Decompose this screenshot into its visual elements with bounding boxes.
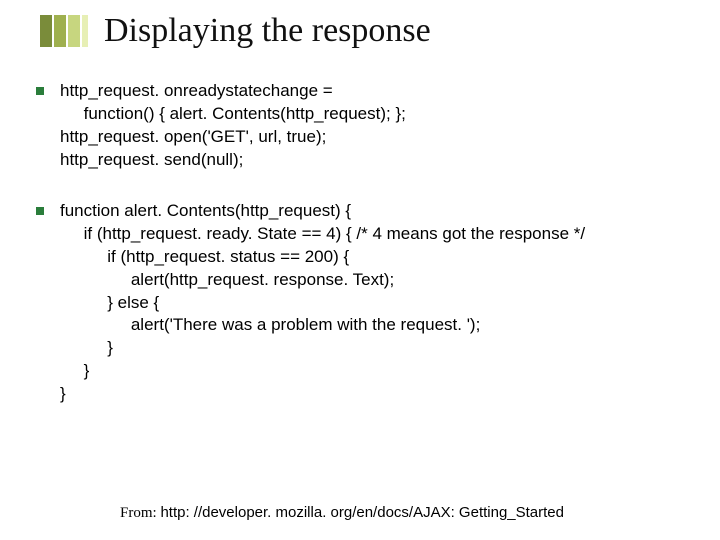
code-block-1: http_request. onreadystatechange = funct… [60, 80, 696, 172]
slide: Displaying the response http_request. on… [0, 0, 720, 540]
slide-body: http_request. onreadystatechange = funct… [0, 50, 720, 406]
slide-title: Displaying the response [104, 12, 431, 50]
accent-bars-icon [40, 15, 88, 47]
title-row: Displaying the response [0, 0, 720, 50]
footer-label: From: [120, 505, 160, 521]
footer-url: http: //developer. mozilla. org/en/docs/… [160, 504, 564, 521]
footer: From: http: //developer. mozilla. org/en… [120, 504, 700, 522]
code-block-2: function alert. Contents(http_request) {… [60, 200, 696, 406]
bullet-block-2: function alert. Contents(http_request) {… [36, 200, 696, 406]
bullet-block-1: http_request. onreadystatechange = funct… [36, 80, 696, 172]
bullet-icon [36, 87, 44, 95]
bullet-icon [36, 207, 44, 215]
